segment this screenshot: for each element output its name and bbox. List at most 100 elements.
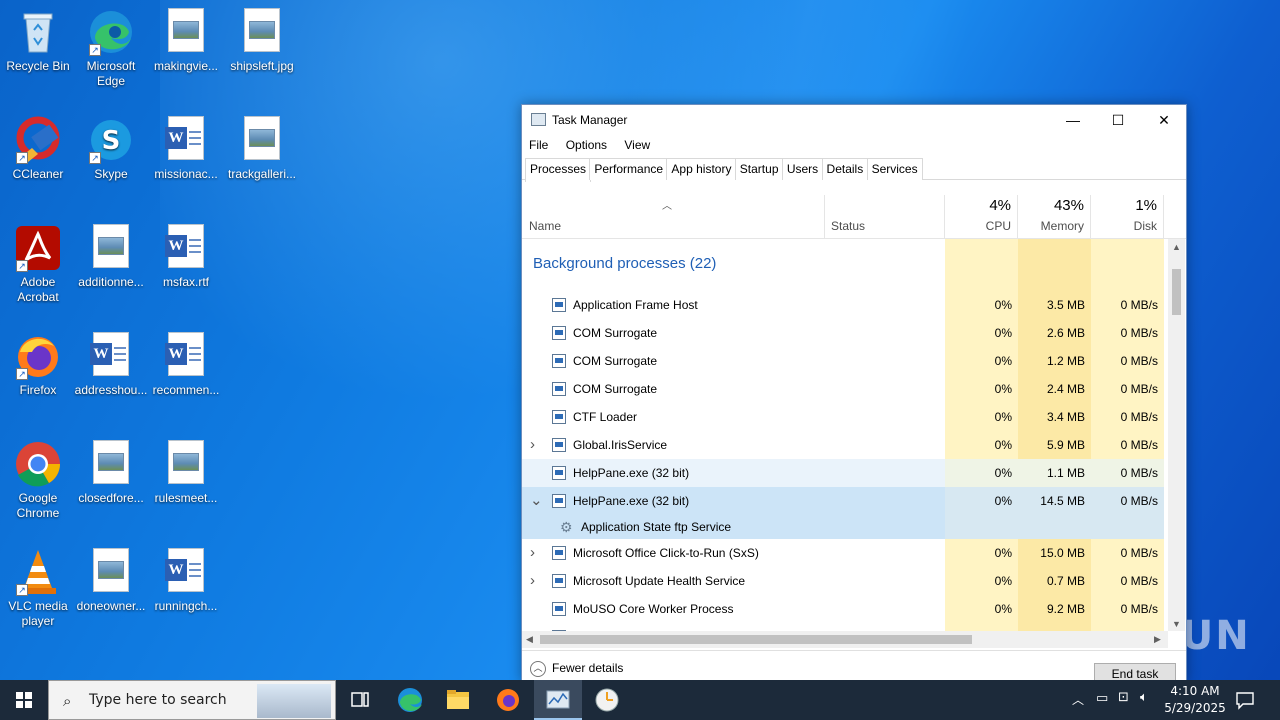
process-row[interactable]: COM Surrogate 0% 1.2 MB 0 MB/s <box>522 347 1168 375</box>
search-highlight-image <box>257 684 331 718</box>
edge-icon: ↗ <box>87 8 135 56</box>
chrome-icon <box>14 440 62 488</box>
minimize-button[interactable]: — <box>1050 105 1096 135</box>
process-disk: 0 MB/s <box>1091 403 1164 431</box>
start-button[interactable] <box>0 680 48 720</box>
chevron-right-icon[interactable]: › <box>530 539 535 567</box>
process-row[interactable]: HelpPane.exe (32 bit) 0% 1.1 MB 0 MB/s <box>522 459 1168 487</box>
child-service-row[interactable]: ⚙ Application State ftp Service <box>522 515 1168 539</box>
process-row[interactable]: MoUSO Core Worker Process 0% 9.2 MB 0 MB/s <box>522 595 1168 623</box>
word-document-icon: W <box>87 332 135 380</box>
desktop-icon-word-doc[interactable]: W recommen... <box>148 332 224 398</box>
desktop-icon-image-file[interactable]: trackgalleri... <box>224 116 300 182</box>
taskbar-clock-app[interactable] <box>583 680 631 720</box>
chevron-down-icon[interactable]: ⌄ <box>530 487 543 515</box>
desktop-icon-vlc[interactable]: ↗ VLC media player <box>0 548 76 629</box>
column-name[interactable]: ︿ Name <box>522 195 825 239</box>
show-hidden-icons-chevron-icon[interactable]: ︿ <box>1072 691 1084 708</box>
vlc-icon: ↗ <box>14 548 62 596</box>
tab-users[interactable]: Users <box>781 158 824 180</box>
task-manager-icon <box>531 113 546 126</box>
desktop-icon-image-file[interactable]: rulesmeet... <box>148 440 224 506</box>
ccleaner-icon: ↗ <box>14 116 62 164</box>
notification-center-button[interactable] <box>1234 690 1256 710</box>
tab-app-history[interactable]: App history <box>666 158 737 180</box>
desktop-icon-word-doc[interactable]: W addresshou... <box>73 332 149 398</box>
column-name-label: Name <box>529 219 562 233</box>
desktop-icon-google-chrome[interactable]: Google Chrome <box>0 440 76 521</box>
desktop-icon-word-doc[interactable]: W msfax.rtf <box>148 224 224 290</box>
network-icon[interactable]: ⊡ <box>1118 690 1129 705</box>
scroll-down-arrow-icon[interactable]: ▼ <box>1172 619 1181 629</box>
scroll-left-arrow-icon[interactable]: ◀ <box>526 634 533 645</box>
desktop-icon-image-file[interactable]: shipsleft.jpg <box>224 8 300 74</box>
menu-view[interactable]: View <box>624 135 650 155</box>
desktop-icon-ccleaner[interactable]: ↗ CCleaner <box>0 116 76 182</box>
process-row[interactable]: › Microsoft Office Click-to-Run (SxS) 0% 15… <box>522 539 1168 567</box>
process-cpu: 0% <box>945 291 1018 319</box>
process-memory: 0.7 MB <box>1018 567 1091 595</box>
process-cpu: 0% <box>945 539 1018 567</box>
column-disk[interactable]: 1% Disk <box>1091 195 1164 239</box>
task-view-button[interactable] <box>336 680 384 720</box>
vertical-scrollbar[interactable]: ▲ ▼ <box>1168 239 1185 631</box>
image-file-icon <box>162 8 210 56</box>
process-row[interactable]: Application Frame Host 0% 3.5 MB 0 MB/s <box>522 291 1168 319</box>
maximize-button[interactable]: ☐ <box>1095 105 1141 135</box>
taskbar-task-manager[interactable] <box>534 680 582 720</box>
process-memory: 3.5 MB <box>1018 291 1091 319</box>
desktop-icon-image-file[interactable]: closedfore... <box>73 440 149 506</box>
tab-processes[interactable]: Processes <box>525 158 592 182</box>
desktop-icon-microsoft-edge[interactable]: ↗ Microsoft Edge <box>73 8 149 89</box>
fewer-details-button[interactable]: ︿ Fewer details <box>530 661 623 677</box>
word-document-icon: W <box>162 224 210 272</box>
desktop-icon-skype[interactable]: S ↗ Skype <box>73 116 149 182</box>
horizontal-scroll-thumb[interactable] <box>540 635 972 644</box>
scroll-right-arrow-icon[interactable]: ▶ <box>1154 634 1161 645</box>
clock[interactable]: 4:10 AM 5/29/2025 <box>1162 683 1228 717</box>
process-row[interactable]: › Runtime Broker0%3.0 MB0 MB/s <box>522 623 1168 631</box>
tab-services[interactable]: Services <box>866 158 923 180</box>
horizontal-scrollbar[interactable]: ◀ ▶ <box>522 631 1168 648</box>
column-memory[interactable]: 43% Memory <box>1018 195 1091 239</box>
desktop-icon-adobe-acrobat[interactable]: ↗ Adobe Acrobat <box>0 224 76 305</box>
process-row[interactable]: COM Surrogate 0% 2.4 MB 0 MB/s <box>522 375 1168 403</box>
desktop-icon-image-file[interactable]: makingvie... <box>148 8 224 74</box>
desktop-icon-word-doc[interactable]: W runningch... <box>148 548 224 614</box>
taskbar-file-explorer[interactable] <box>434 680 482 720</box>
chevron-right-icon[interactable]: › <box>530 567 535 595</box>
menu-options[interactable]: Options <box>566 135 607 155</box>
column-status[interactable]: Status <box>825 195 945 239</box>
process-memory: 2.4 MB <box>1018 375 1091 403</box>
process-icon <box>552 574 566 588</box>
taskbar-firefox[interactable] <box>484 680 532 720</box>
tab-details[interactable]: Details <box>821 158 869 180</box>
process-row[interactable]: CTF Loader 0% 3.4 MB 0 MB/s <box>522 403 1168 431</box>
menu-file[interactable]: File <box>529 135 548 155</box>
process-name: Application Frame Host <box>573 298 698 312</box>
tab-startup[interactable]: Startup <box>734 158 784 180</box>
process-row[interactable]: › Microsoft Update Health Service 0% 0.7 MB… <box>522 567 1168 595</box>
desktop-icon-word-doc[interactable]: W missionac... <box>148 116 224 182</box>
process-row[interactable]: ⌄ HelpPane.exe (32 bit) 0% 14.5 MB 0 MB/s <box>522 487 1168 515</box>
close-button[interactable]: ✕ <box>1141 105 1187 135</box>
chevron-right-icon[interactable]: › <box>530 623 535 631</box>
title-bar[interactable]: Task Manager — ☐ ✕ <box>522 105 1186 135</box>
process-row[interactable]: COM Surrogate 0% 2.6 MB 0 MB/s <box>522 319 1168 347</box>
tab-performance[interactable]: Performance <box>589 158 669 180</box>
chevron-right-icon[interactable]: › <box>530 431 535 459</box>
battery-icon[interactable]: ▭ <box>1096 691 1108 706</box>
shortcut-arrow-icon: ↗ <box>16 152 28 164</box>
column-cpu[interactable]: 4% CPU <box>945 195 1018 239</box>
search-box[interactable]: ⌕ Type here to search <box>48 680 336 720</box>
desktop-icon-firefox[interactable]: ↗ Firefox <box>0 332 76 398</box>
scroll-up-arrow-icon[interactable]: ▲ <box>1172 242 1181 252</box>
windows-logo-icon <box>16 692 32 708</box>
desktop-icon-image-file[interactable]: additionne... <box>73 224 149 290</box>
taskbar-edge[interactable] <box>386 680 434 720</box>
desktop-icon-image-file[interactable]: doneowner... <box>73 548 149 614</box>
process-row[interactable]: › Global.IrisService 0% 5.9 MB 0 MB/s <box>522 431 1168 459</box>
volume-icon[interactable]: 🔈︎ <box>1140 690 1148 705</box>
vertical-scroll-thumb[interactable] <box>1172 269 1181 315</box>
desktop-icon-recycle-bin[interactable]: Recycle Bin <box>0 8 76 74</box>
